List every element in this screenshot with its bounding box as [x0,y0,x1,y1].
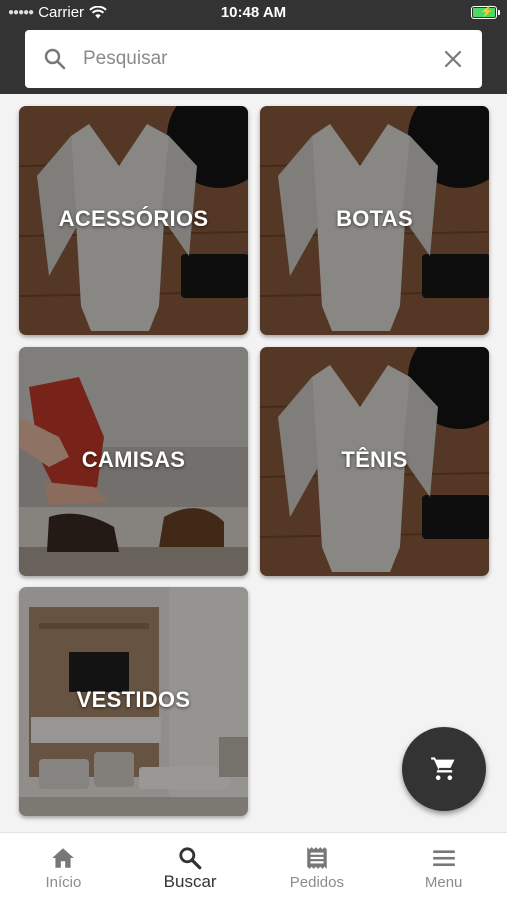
nav-item-menu[interactable]: Menu [380,833,507,900]
category-label: VESTIDOS [76,687,191,712]
search-input[interactable] [83,48,442,70]
nav-label: Buscar [163,872,217,891]
category-tile-botas[interactable]: BOTAS [260,106,489,335]
category-label: CAMISAS [81,447,186,472]
menu-icon [432,850,455,867]
receipt-icon [307,847,327,869]
nav-item-pedidos[interactable]: Pedidos [254,833,381,900]
category-tile-camisas[interactable]: CAMISAS [19,347,248,576]
category-label: ACESSÓRIOS [58,206,209,231]
status-bar: ●●●●● Carrier 10:48 AM ⚡ [0,0,507,26]
clear-search-icon[interactable] [442,48,464,70]
category-label: TÊNIS [341,447,408,472]
search-icon [44,48,66,70]
cart-button[interactable] [402,727,486,811]
search-icon [179,847,202,870]
nav-label: Menu [424,874,463,891]
shopping-cart-icon [431,757,455,781]
nav-label: Pedidos [289,874,344,891]
charging-bolt-icon: ⚡ [480,6,494,18]
nav-label: Início [45,874,82,891]
search-bar[interactable] [25,30,482,88]
home-icon [52,848,75,868]
category-tile-tenis[interactable]: TÊNIS [260,347,489,576]
nav-item-inicio[interactable]: Início [0,833,127,900]
battery-icon: ⚡ [471,6,500,19]
app-header: ●●●●● Carrier 10:48 AM ⚡ [0,0,507,94]
category-label: BOTAS [336,206,413,231]
category-tile-acessorios[interactable]: ACESSÓRIOS [19,106,248,335]
category-tile-vestidos[interactable]: VESTIDOS [19,587,248,816]
bottom-navigation: Início Buscar Pedidos Menu [0,832,507,900]
nav-item-buscar[interactable]: Buscar [127,833,254,900]
status-time: 10:48 AM [220,4,287,21]
